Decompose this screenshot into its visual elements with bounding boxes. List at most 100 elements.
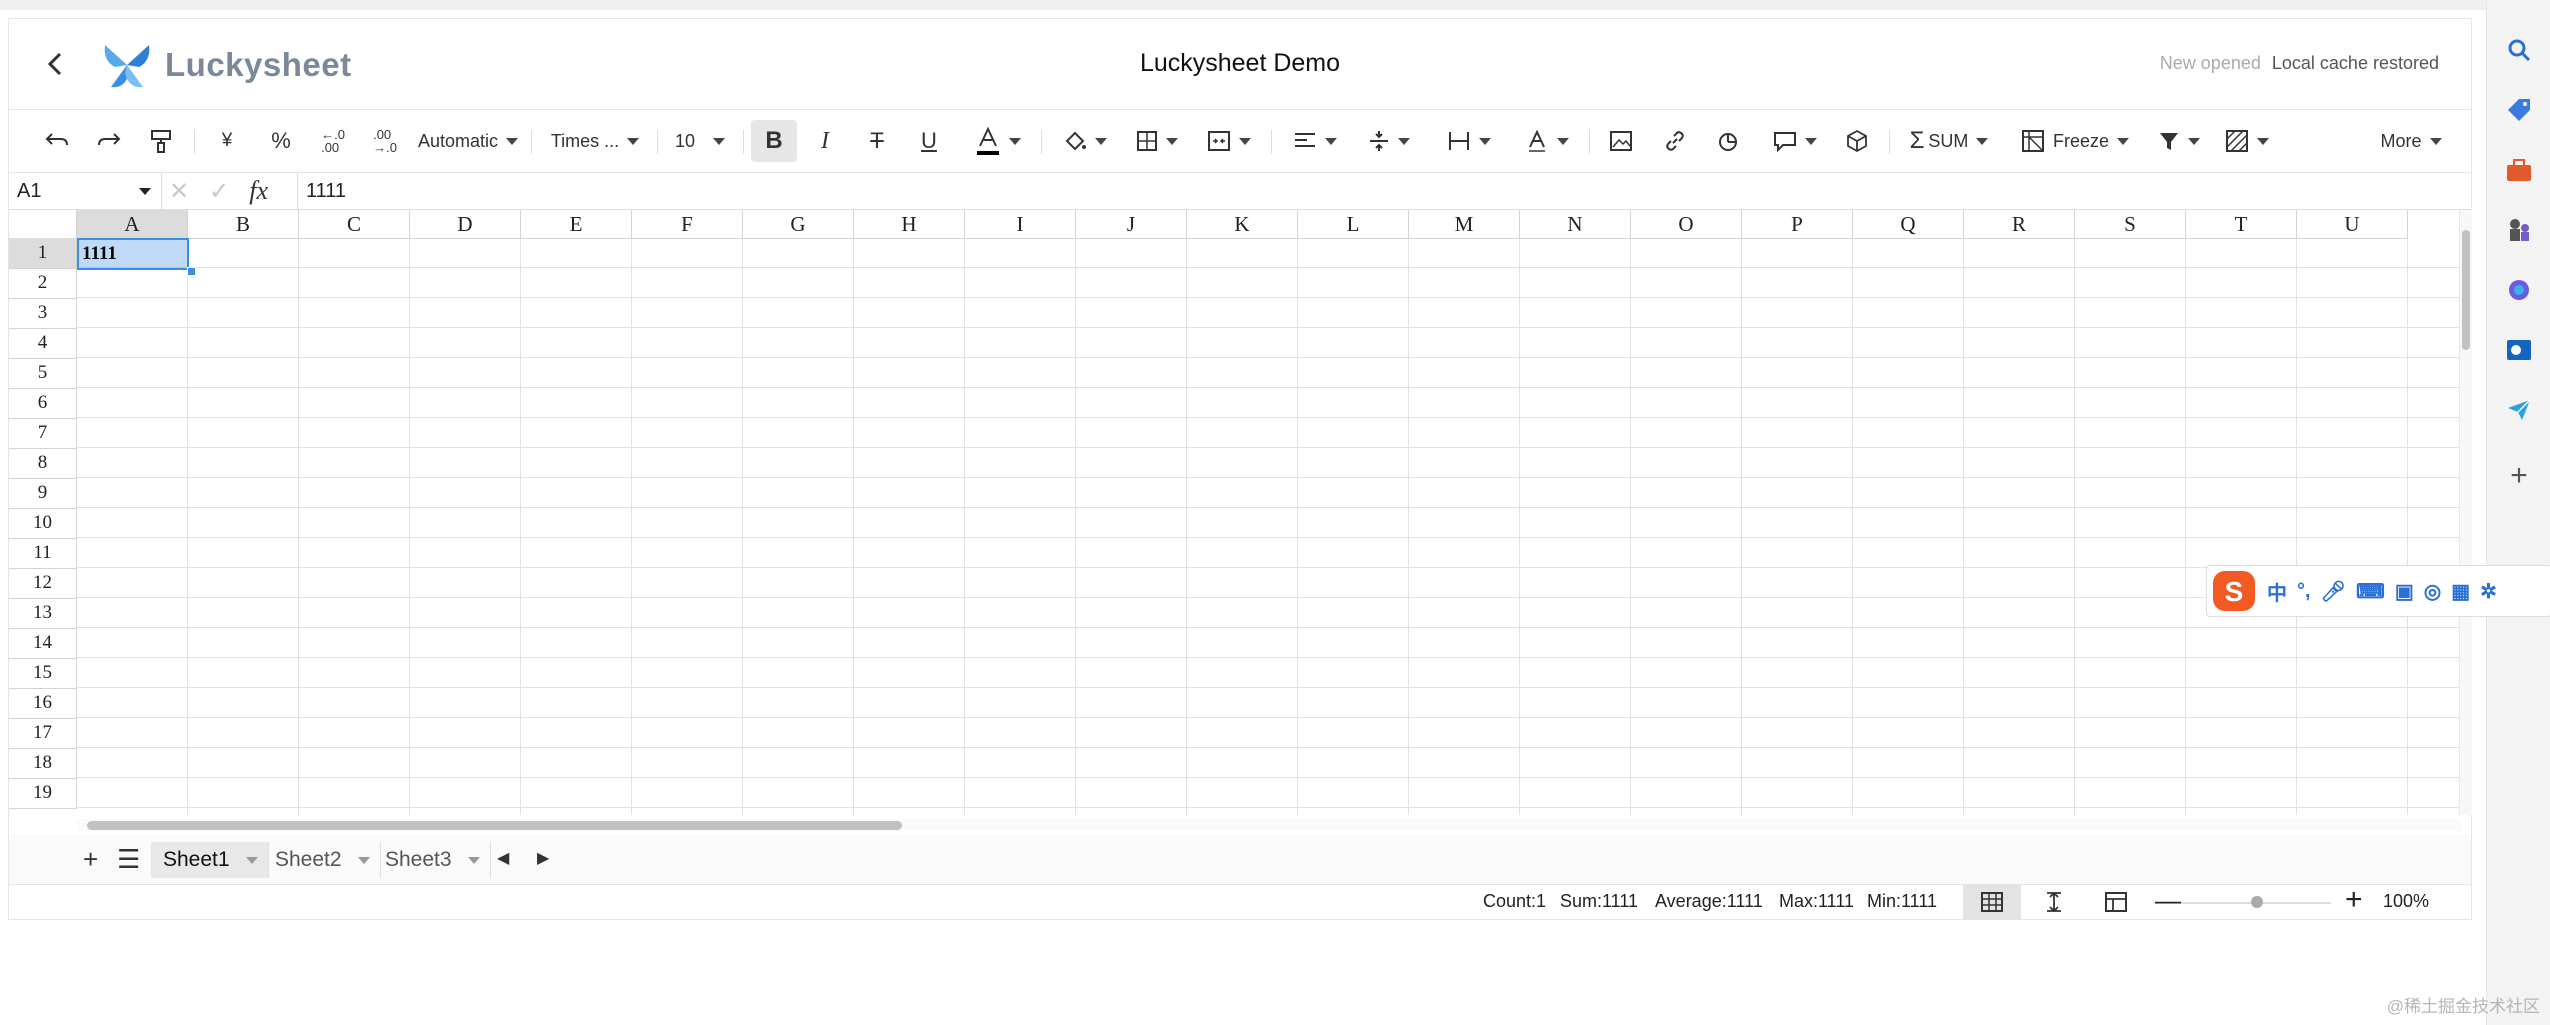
insert-image-button[interactable] — [1601, 120, 1641, 162]
column-header[interactable]: G — [743, 210, 854, 239]
apps-grid-icon[interactable]: ▦ — [2451, 579, 2470, 604]
keyboard-icon[interactable]: ⌨︎ — [2356, 579, 2385, 604]
column-header[interactable]: K — [1187, 210, 1298, 239]
row-header[interactable]: 3 — [9, 298, 77, 329]
scrollbar-thumb[interactable] — [2462, 230, 2470, 350]
column-header[interactable]: J — [1076, 210, 1187, 239]
undo-button[interactable] — [37, 120, 77, 162]
toolbox-icon[interactable] — [2503, 154, 2535, 186]
formula-input[interactable]: 1111 — [297, 173, 346, 209]
column-header[interactable]: N — [1520, 210, 1631, 239]
sheet-tab[interactable]: Sheet1 — [151, 842, 269, 878]
row-header[interactable]: 5 — [9, 358, 77, 389]
outlook-icon[interactable] — [2503, 334, 2535, 366]
cell-area[interactable] — [77, 238, 2461, 815]
chevron-down-icon[interactable] — [467, 856, 480, 864]
column-header[interactable]: C — [299, 210, 410, 239]
row-header[interactable]: 10 — [9, 508, 77, 539]
cell-name-box[interactable]: A1 — [9, 173, 162, 209]
vertical-align-button[interactable] — [1359, 120, 1419, 162]
redo-button[interactable] — [89, 120, 129, 162]
row-header[interactable]: 16 — [9, 688, 77, 719]
column-header[interactable]: F — [632, 210, 743, 239]
ime-language-toggle[interactable]: 中 — [2267, 577, 2287, 606]
chess-icon[interactable] — [2503, 214, 2535, 246]
font-size-dropdown[interactable]: 10 — [665, 120, 735, 162]
sheet-tab[interactable]: Sheet3 — [373, 842, 491, 878]
column-header[interactable]: L — [1298, 210, 1409, 239]
page-break-view-button[interactable] — [2025, 885, 2083, 919]
column-header[interactable]: A — [77, 210, 188, 239]
row-header[interactable]: 12 — [9, 568, 77, 599]
pivot-table-button[interactable] — [1837, 120, 1877, 162]
row-header[interactable]: 13 — [9, 598, 77, 629]
scrollbar-thumb[interactable] — [87, 821, 902, 830]
row-header[interactable]: 8 — [9, 448, 77, 479]
select-all-corner[interactable] — [9, 210, 77, 239]
zoom-in-icon[interactable]: + — [2345, 883, 2363, 917]
currency-format-button[interactable]: ¥ — [207, 120, 247, 162]
increase-decimal-button[interactable]: .00 →.0 — [365, 120, 405, 162]
normal-view-button[interactable] — [1963, 885, 2021, 919]
scroll-right-icon[interactable]: ▶ — [537, 848, 549, 868]
row-header[interactable]: 17 — [9, 718, 77, 749]
page-layout-view-button[interactable] — [2087, 885, 2145, 919]
text-color-button[interactable] — [965, 120, 1031, 162]
column-header[interactable]: Q — [1853, 210, 1964, 239]
add-sheet-icon[interactable]: + — [83, 844, 98, 875]
column-header[interactable]: I — [965, 210, 1076, 239]
column-header[interactable]: E — [521, 210, 632, 239]
zoom-slider-knob[interactable] — [2251, 896, 2263, 908]
shopping-tag-icon[interactable] — [2503, 94, 2535, 126]
insert-chart-button[interactable] — [1709, 120, 1749, 162]
horizontal-scrollbar[interactable] — [77, 819, 2461, 831]
fill-color-button[interactable] — [1055, 120, 1115, 162]
column-header[interactable]: S — [2075, 210, 2186, 239]
merge-cells-button[interactable] — [1199, 120, 1259, 162]
fill-handle[interactable] — [187, 267, 196, 276]
column-header[interactable]: T — [2186, 210, 2297, 239]
row-header[interactable]: 7 — [9, 418, 77, 449]
number-format-dropdown[interactable]: Automatic — [413, 120, 523, 162]
row-header[interactable]: 1 — [9, 238, 77, 269]
chevron-down-icon[interactable] — [357, 856, 370, 864]
search-icon[interactable] — [2503, 34, 2535, 66]
confirm-icon[interactable]: ✓ — [209, 177, 229, 206]
spreadsheet-grid[interactable]: ABCDEFGHIJKLMNOPQRSTU 1 2 3 4 5 6 7 8 9 10 11 12 13 1… — [9, 210, 2461, 815]
row-header[interactable]: 15 — [9, 658, 77, 689]
row-header[interactable]: 18 — [9, 748, 77, 779]
column-header[interactable]: H — [854, 210, 965, 239]
settings-icon[interactable]: ✲ — [2480, 579, 2497, 604]
column-header[interactable]: R — [1964, 210, 2075, 239]
row-header[interactable]: 6 — [9, 388, 77, 419]
more-button[interactable]: More — [2369, 120, 2453, 162]
column-header[interactable]: D — [410, 210, 521, 239]
selected-cell-a1[interactable]: 1111 — [77, 238, 189, 270]
column-header[interactable]: P — [1742, 210, 1853, 239]
copilot-icon[interactable] — [2503, 274, 2535, 306]
sheet-tab[interactable]: Sheet2 — [263, 842, 381, 878]
cancel-icon[interactable]: ✕ — [169, 177, 189, 206]
microphone-icon[interactable]: 🎤︎ — [2321, 579, 2346, 604]
sheet-list-icon[interactable]: ☰ — [117, 844, 140, 875]
zoom-out-icon[interactable]: — — [2155, 885, 2181, 916]
column-header[interactable]: M — [1409, 210, 1520, 239]
italic-button[interactable]: I — [805, 120, 845, 162]
bold-button[interactable]: B — [751, 120, 797, 162]
decrease-decimal-button[interactable]: ←.0.00 — [313, 120, 353, 162]
text-wrap-button[interactable] — [1439, 120, 1499, 162]
row-header[interactable]: 19 — [9, 778, 77, 809]
strikethrough-button[interactable]: T — [857, 120, 897, 162]
insert-comment-button[interactable] — [1765, 120, 1825, 162]
sogou-logo-icon[interactable]: S — [2211, 569, 2257, 613]
sum-function-button[interactable]: Σ SUM — [1899, 120, 1999, 162]
row-header[interactable]: 2 — [9, 268, 77, 299]
column-header[interactable]: B — [188, 210, 299, 239]
freeze-button[interactable]: Freeze — [2013, 120, 2137, 162]
filter-button[interactable] — [2149, 120, 2209, 162]
row-header[interactable]: 9 — [9, 478, 77, 509]
fx-icon[interactable]: fx — [249, 176, 268, 206]
row-header[interactable]: 4 — [9, 328, 77, 359]
ime-punctuation-toggle[interactable]: °, — [2297, 580, 2311, 603]
border-button[interactable] — [1127, 120, 1187, 162]
